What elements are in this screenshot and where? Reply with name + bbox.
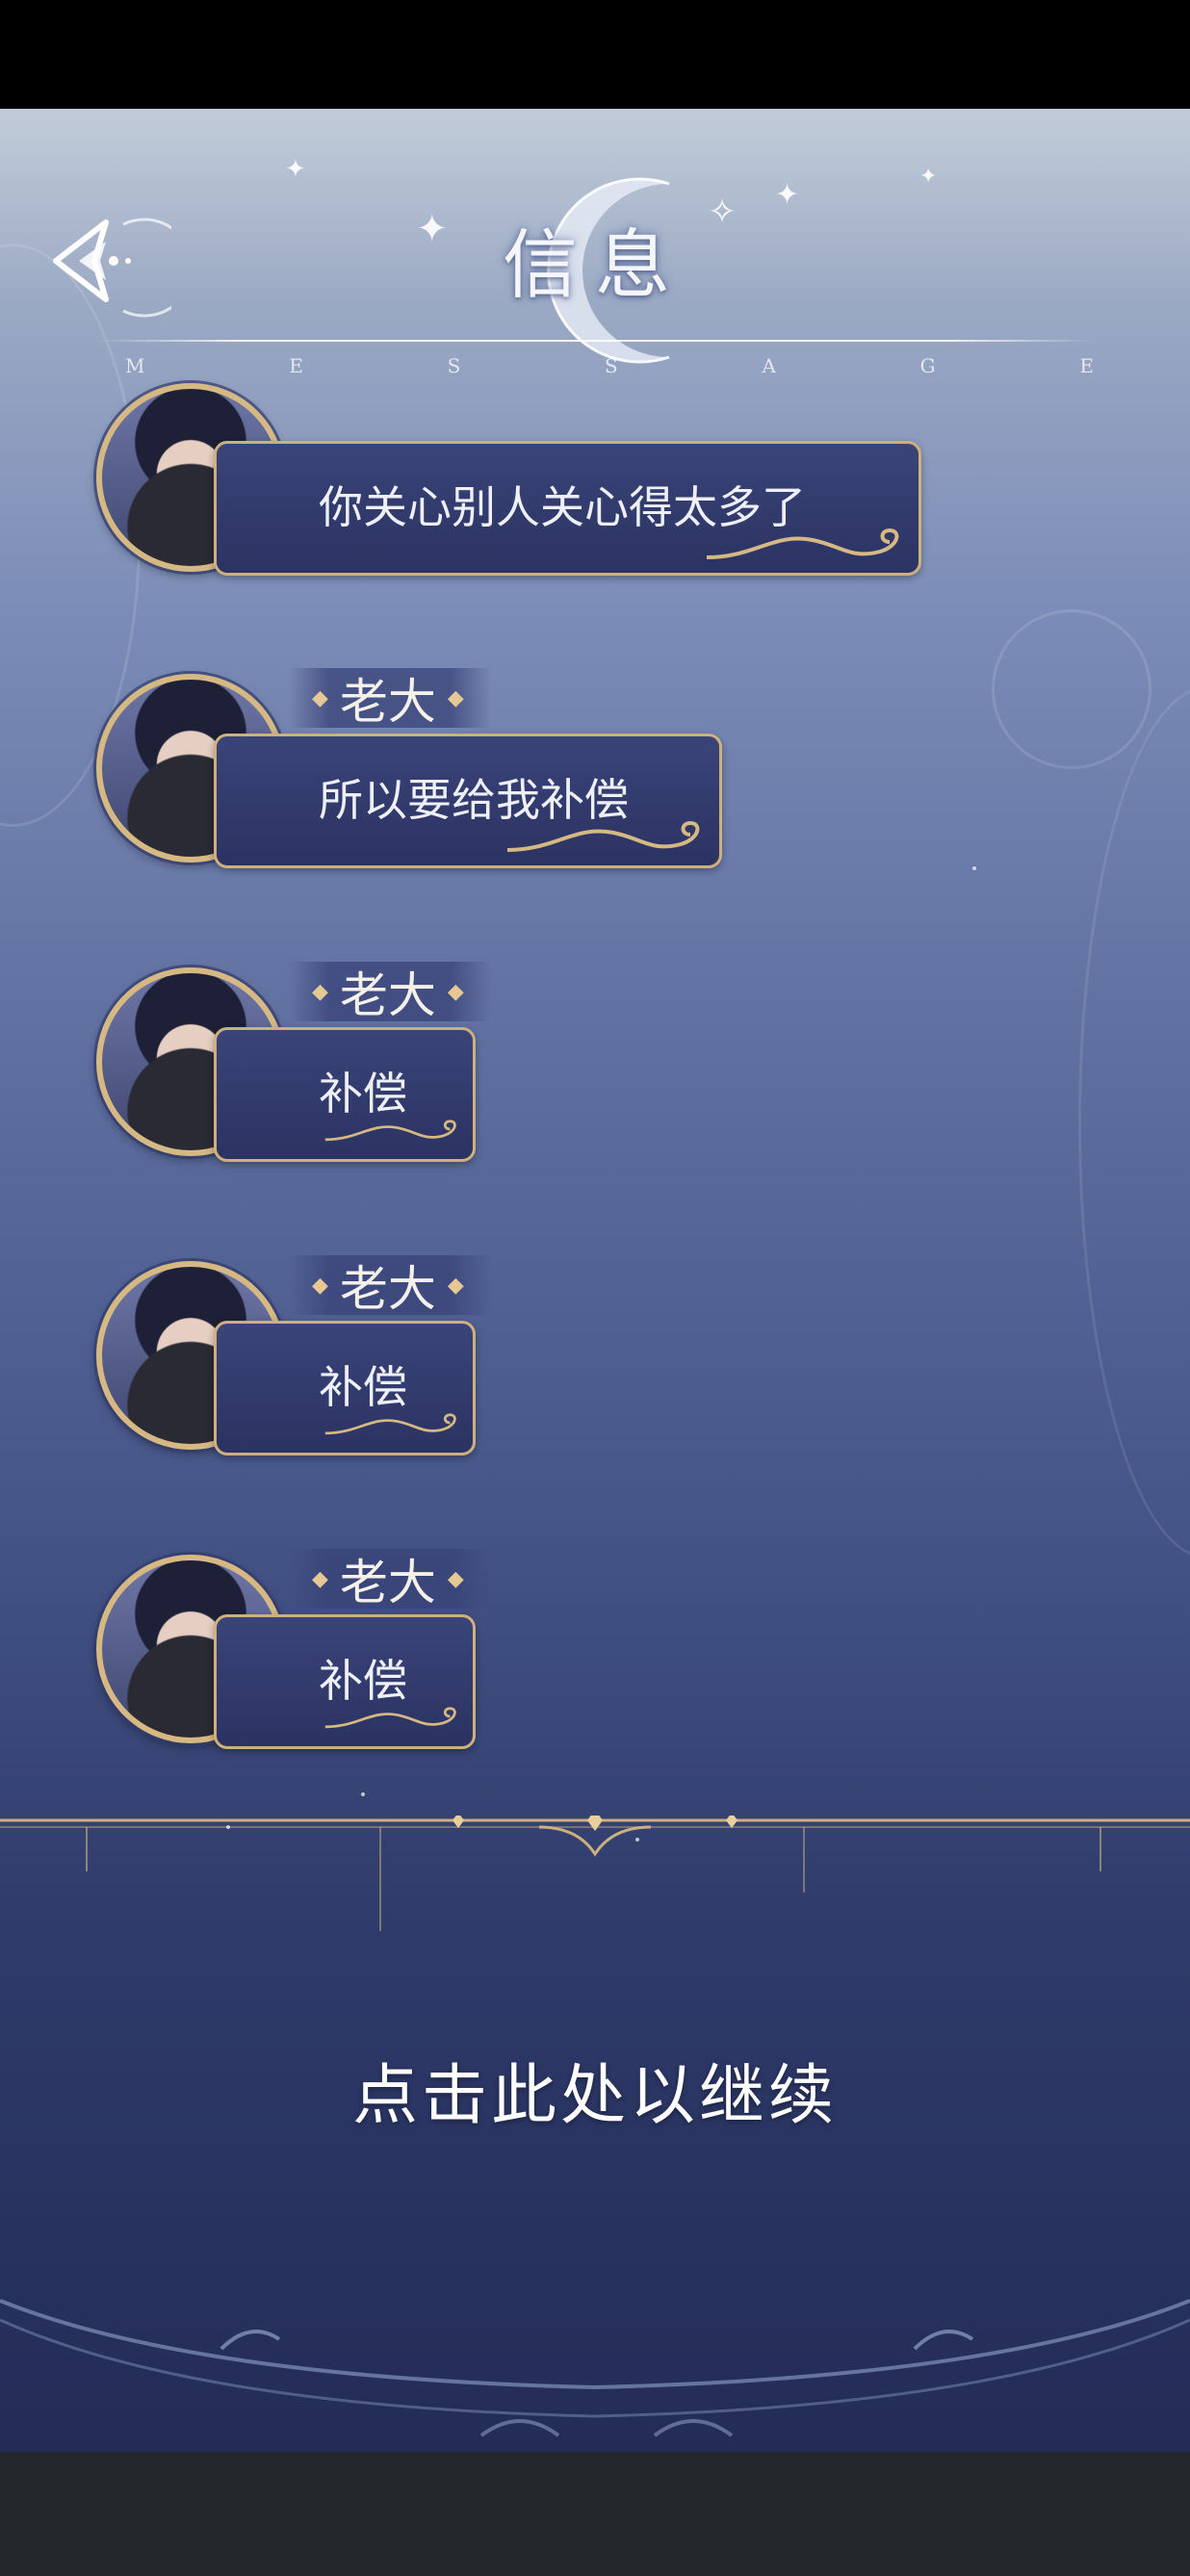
sender-name: 老大 xyxy=(339,1261,436,1317)
sender-name: 老大 xyxy=(339,674,436,730)
ornament-divider xyxy=(0,1816,1190,1931)
sender-name-tag: ◆ 老大 ◆ xyxy=(289,1255,491,1317)
diamond-icon: ◆ xyxy=(447,979,464,1004)
message-list[interactable]: 你关心别人关心得太多了 ◆ 老大 ◆ 所以要给我补偿 ◆ 老大 ◆ 补偿 ◆ 老… xyxy=(0,0,1190,1749)
sender-name-tag: ◆ 老大 ◆ xyxy=(289,962,491,1023)
gold-flourish-icon xyxy=(324,1707,456,1729)
diamond-icon: ◆ xyxy=(447,1566,464,1591)
message-bubble: 补偿 xyxy=(214,1321,476,1455)
sender-name-tag: ◆ 老大 ◆ xyxy=(289,1549,491,1610)
message-bubble: 补偿 xyxy=(214,1614,476,1749)
sender-name: 老大 xyxy=(339,967,436,1023)
gold-flourish-icon xyxy=(706,528,899,559)
message-bubble: 所以要给我补偿 xyxy=(214,734,722,868)
diamond-icon: ◆ xyxy=(312,1273,328,1298)
gold-flourish-icon xyxy=(506,820,700,852)
continue-label: 点击此处以继续 xyxy=(351,2057,838,2134)
gold-flourish-icon xyxy=(324,1120,456,1142)
gold-flourish-icon xyxy=(324,1413,456,1435)
diamond-icon: ◆ xyxy=(312,1566,328,1591)
diamond-icon: ◆ xyxy=(312,685,328,710)
system-nav-bar xyxy=(0,2452,1190,2576)
diamond-icon: ◆ xyxy=(312,979,328,1004)
dust-particle xyxy=(972,866,976,870)
continue-button[interactable]: 点击此处以继续 xyxy=(0,1983,1190,2195)
diamond-icon: ◆ xyxy=(447,1273,464,1298)
message-bubble: 你关心别人关心得太多了 xyxy=(214,441,921,576)
diamond-icon: ◆ xyxy=(447,685,464,710)
sender-name: 老大 xyxy=(339,1555,436,1610)
message-bubble: 补偿 xyxy=(214,1027,476,1162)
dust-particle xyxy=(635,1838,639,1842)
sender-name-tag: ◆ 老大 ◆ xyxy=(289,668,491,730)
dust-particle xyxy=(226,1825,230,1829)
bottom-ornament xyxy=(0,2299,1190,2437)
app-screen: ✦ ✦ ✦ ✦ ✧ 信息 M E S S A G E 你关心别人关心得太多了 ◆… xyxy=(0,0,1190,2576)
dust-particle xyxy=(361,1792,365,1796)
